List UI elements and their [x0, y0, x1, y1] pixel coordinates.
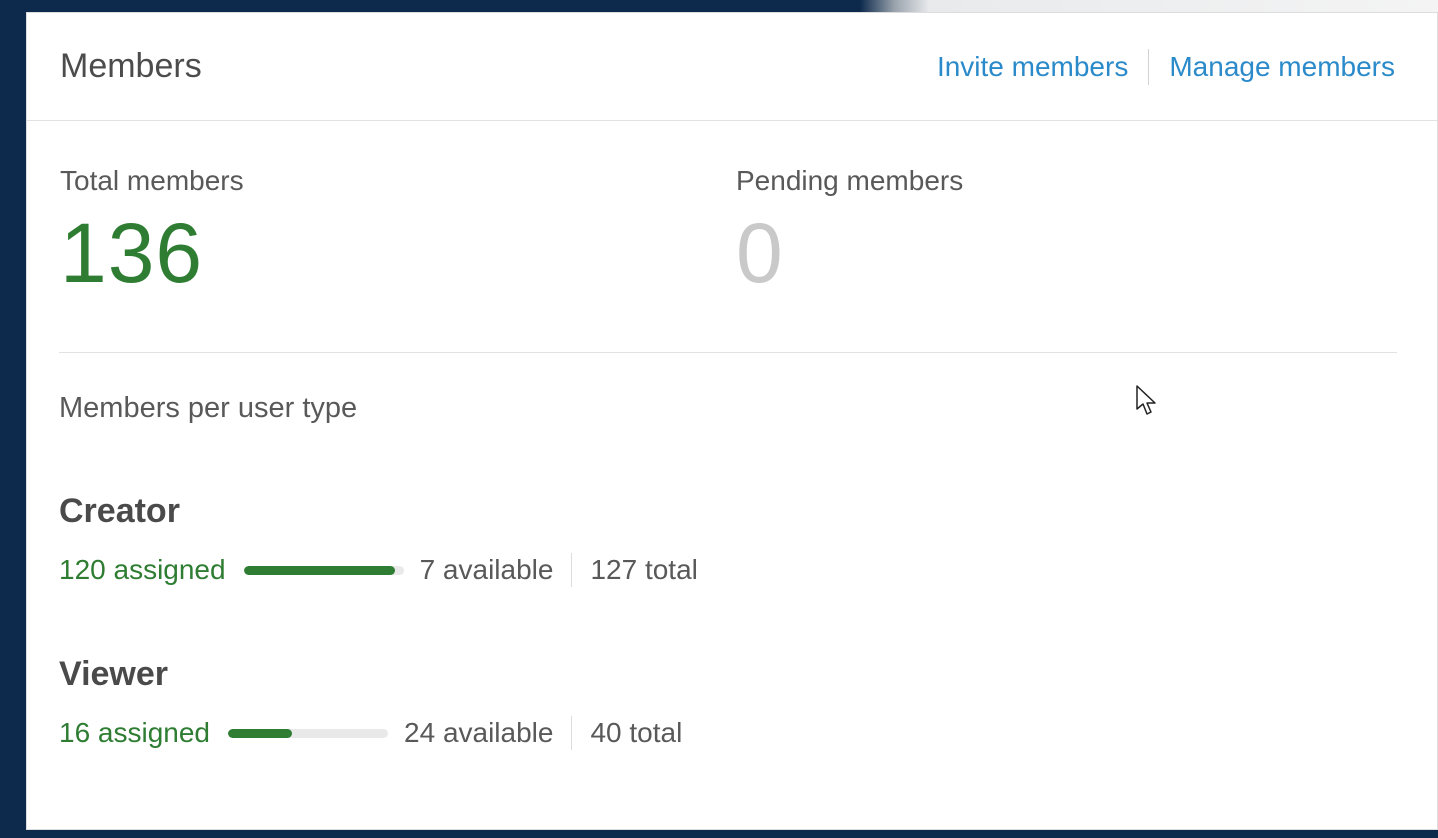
user-type-counts: 16 assigned 24 available 40 total: [59, 716, 682, 750]
assigned-count: 16 assigned: [59, 717, 211, 748]
assignment-progress-bar: [243, 565, 404, 575]
user-type-name: Creator: [59, 492, 180, 530]
total-members-label: Total members: [60, 165, 244, 196]
assigned-count: 120 assigned: [59, 554, 226, 585]
count-separator: [571, 553, 573, 587]
card-header: Members Invite members Manage members: [27, 13, 1437, 121]
pending-members-stat: Pending members 0: [736, 165, 963, 295]
pending-members-value: 0: [736, 206, 784, 300]
card-title: Members: [60, 47, 202, 85]
link-separator: [1148, 49, 1150, 85]
header-links: Invite members Manage members: [937, 49, 1395, 85]
count-separator: [571, 716, 573, 750]
pending-members-label: Pending members: [736, 165, 964, 196]
member-stats: Total members 136 Pending members 0: [27, 121, 1437, 366]
assignment-progress-bar: [228, 728, 389, 738]
assignment-progress-fill: [228, 728, 293, 738]
invite-members-link[interactable]: Invite members: [937, 51, 1128, 83]
total-members-stat: Total members 136: [60, 165, 244, 295]
available-count: 24 available: [404, 717, 554, 748]
mouse-pointer-icon: [1136, 385, 1156, 415]
user-type-name: Viewer: [59, 655, 169, 693]
available-count: 7 available: [419, 554, 554, 585]
total-members-value: 136: [60, 206, 204, 300]
user-type-creator: Creator 120 assigned 7 available 127 tot…: [59, 492, 698, 587]
user-type-counts: 120 assigned 7 available 127 total: [59, 553, 698, 587]
total-count: 127 total: [590, 554, 698, 585]
total-count: 40 total: [590, 717, 683, 748]
user-type-viewer: Viewer 16 assigned 24 available 40 total: [59, 655, 682, 750]
members-per-user-type-label: Members per user type: [59, 392, 358, 424]
assignment-progress-fill: [243, 565, 395, 575]
section-divider: [59, 352, 1397, 353]
manage-members-link[interactable]: Manage members: [1169, 51, 1395, 83]
